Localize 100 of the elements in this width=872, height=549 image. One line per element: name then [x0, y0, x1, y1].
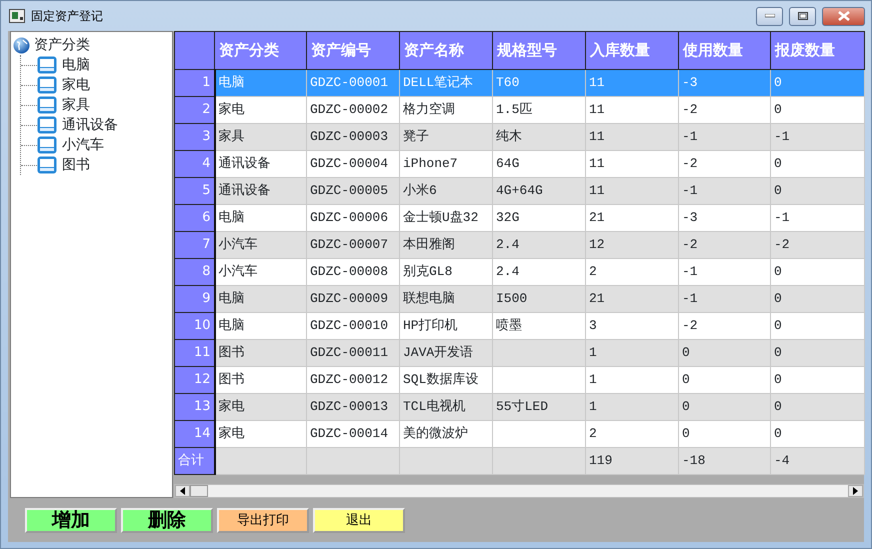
- table-cell: JAVA开发语: [400, 340, 492, 366]
- table-row[interactable]: 4 通讯设备 GDZC-00004 iPhone7 64G 11 -2 0: [174, 150, 864, 178]
- table-cell: T60: [492, 70, 586, 96]
- table-cell: 11: [586, 70, 678, 96]
- table-cell: -1: [678, 124, 770, 150]
- tree-item[interactable]: 家具: [62, 94, 90, 116]
- scroll-thumb[interactable]: [190, 485, 208, 497]
- table-cell: 11: [586, 96, 678, 124]
- table-cell: -3: [678, 204, 770, 232]
- table-cell: 电脑: [214, 204, 306, 232]
- table-row[interactable]: 10 电脑 GDZC-00010 HP打印机 喷墨 3 -2 0: [174, 312, 864, 340]
- table-cell: 电脑: [214, 286, 306, 312]
- globe-icon: [13, 36, 30, 54]
- minimize-button[interactable]: [756, 6, 783, 26]
- total-cell: -4: [770, 448, 864, 474]
- table-cell: 别克GL8: [400, 258, 492, 286]
- minimize-icon: [764, 14, 774, 18]
- table-cell: 3: [586, 312, 678, 340]
- tree-item[interactable]: 小汽车: [62, 134, 104, 156]
- row-number: 3: [174, 124, 214, 150]
- table-cell: 金士顿U盘32: [400, 204, 492, 232]
- row-number: 12: [174, 366, 214, 394]
- table-row[interactable]: 2 家电 GDZC-00002 格力空调 1.5匹 11 -2 0: [174, 96, 864, 124]
- table-cell: -3: [678, 70, 770, 96]
- tree-item[interactable]: 家电: [62, 74, 90, 96]
- table-cell: 小米6: [400, 178, 492, 204]
- row-number: 10: [174, 312, 214, 340]
- tree-item[interactable]: 通讯设备: [62, 114, 118, 136]
- table-row[interactable]: 3 家具 GDZC-00003 凳子 纯木 11 -1 -1: [174, 124, 864, 150]
- table-row[interactable]: 7 小汽车 GDZC-00007 本田雅阁 2.4 12 -2 -2: [174, 232, 864, 258]
- table-cell: -2: [678, 150, 770, 178]
- table-cell: 家电: [214, 96, 306, 124]
- tree-item[interactable]: 电脑: [62, 54, 90, 76]
- table-cell: 纯木: [492, 124, 586, 150]
- table-cell: HP打印机: [400, 312, 492, 340]
- table-cell: 0: [678, 420, 770, 448]
- table-cell: 4G+64G: [492, 178, 586, 204]
- table-cell: 0: [678, 340, 770, 366]
- table-cell: -1: [678, 286, 770, 312]
- action-button[interactable]: 增加: [25, 508, 117, 533]
- table-cell: -2: [678, 312, 770, 340]
- table-cell: 0: [770, 420, 864, 448]
- tree-item[interactable]: 资产分类: [34, 34, 90, 56]
- table-cell: -2: [678, 232, 770, 258]
- table-row[interactable]: 12 图书 GDZC-00012 SQL数据库设 1 0 0: [174, 366, 864, 394]
- horizontal-scrollbar[interactable]: [174, 484, 864, 498]
- table-cell: 1.5匹: [492, 96, 586, 124]
- table-cell: GDZC-00007: [306, 232, 400, 258]
- table-cell: -2: [770, 232, 864, 258]
- row-number: 4: [174, 150, 214, 178]
- table-cell: 0: [678, 366, 770, 394]
- table-cell: 通讯设备: [214, 178, 306, 204]
- action-button[interactable]: 导出打印: [217, 508, 309, 533]
- right-arrow-icon: [853, 487, 858, 495]
- table-row[interactable]: 8 小汽车 GDZC-00008 别克GL8 2.4 2 -1 0: [174, 258, 864, 286]
- tree-item[interactable]: 图书: [62, 154, 90, 176]
- table-cell: -1: [770, 204, 864, 232]
- table-cell: 0: [770, 178, 864, 204]
- action-button[interactable]: 退出: [313, 508, 405, 533]
- table-cell: 11: [586, 124, 678, 150]
- row-number: 13: [174, 394, 214, 420]
- table-cell: GDZC-00009: [306, 286, 400, 312]
- left-arrow-icon: [180, 487, 185, 495]
- app-icon: [9, 9, 25, 23]
- table-cell: GDZC-00001: [306, 70, 400, 96]
- scroll-left-button[interactable]: [175, 485, 190, 497]
- table-cell: 0: [770, 312, 864, 340]
- table-cell: 32G: [492, 204, 586, 232]
- monitor-icon: [37, 136, 57, 154]
- row-number: 1: [174, 70, 214, 96]
- table-cell: 小汽车: [214, 232, 306, 258]
- table-cell: DELL笔记本: [400, 70, 492, 96]
- row-number: 5: [174, 178, 214, 204]
- maximize-button[interactable]: [789, 6, 816, 26]
- table-row[interactable]: 9 电脑 GDZC-00009 联想电脑 I500 21 -1 0: [174, 286, 864, 312]
- table-cell: 家具: [214, 124, 306, 150]
- table-row[interactable]: 5 通讯设备 GDZC-00005 小米6 4G+64G 11 -1 0: [174, 178, 864, 204]
- table-cell: 喷墨: [492, 312, 586, 340]
- table-cell: 11: [586, 150, 678, 178]
- table-cell: 图书: [214, 366, 306, 394]
- close-icon: [838, 11, 850, 21]
- scroll-right-button[interactable]: [848, 485, 863, 497]
- table-cell: 小汽车: [214, 258, 306, 286]
- table-row[interactable]: 6 电脑 GDZC-00006 金士顿U盘32 32G 21 -3 -1: [174, 204, 864, 232]
- table-cell: 家电: [214, 420, 306, 448]
- monitor-icon: [37, 156, 57, 174]
- table-row[interactable]: 11 图书 GDZC-00011 JAVA开发语 1 0 0: [174, 340, 864, 366]
- table-cell: 美的微波炉: [400, 420, 492, 448]
- table-cell: GDZC-00014: [306, 420, 400, 448]
- table-cell: 64G: [492, 150, 586, 178]
- row-number: 6: [174, 204, 214, 232]
- table-cell: 0: [770, 340, 864, 366]
- table-cell: 0: [770, 258, 864, 286]
- total-cell: -18: [678, 448, 770, 474]
- table-row[interactable]: 14 家电 GDZC-00014 美的微波炉 2 0 0: [174, 420, 864, 448]
- action-button[interactable]: 删除: [121, 508, 213, 533]
- table-cell: TCL电视机: [400, 394, 492, 420]
- table-cell: GDZC-00006: [306, 204, 400, 232]
- close-button[interactable]: [822, 6, 865, 26]
- table-row[interactable]: 13 家电 GDZC-00013 TCL电视机 55寸LED 1 0 0: [174, 394, 864, 420]
